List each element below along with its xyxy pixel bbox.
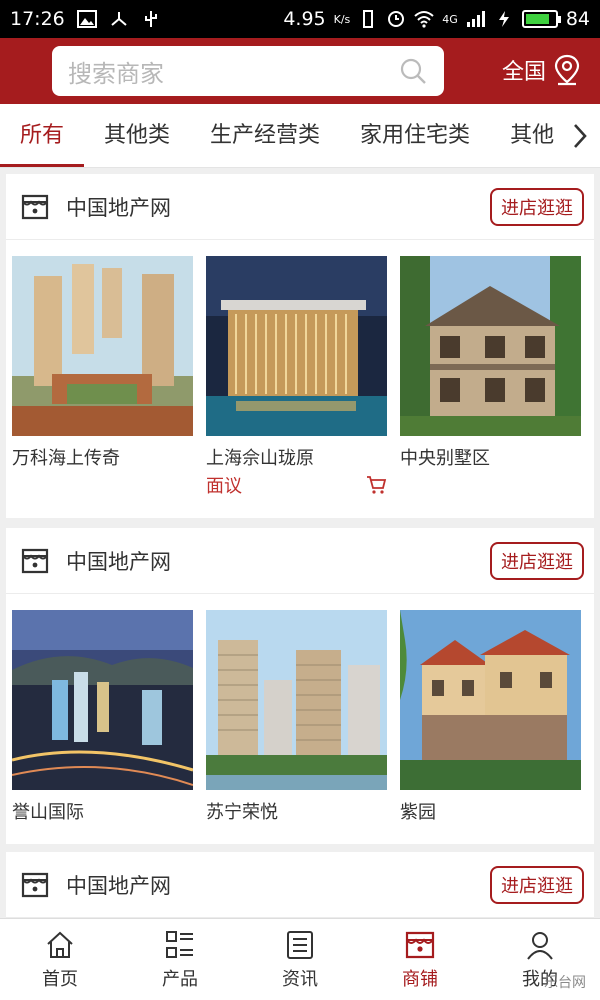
product-name[interactable]: 誉山国际 [12, 798, 193, 823]
nav-label[interactable]: 资讯 [282, 965, 318, 991]
nav-label[interactable]: 产品 [162, 965, 198, 991]
product-item[interactable]: 紫园 [400, 610, 581, 823]
product-price: 面议 [206, 476, 242, 497]
network-type: 4G [442, 12, 458, 26]
user-icon[interactable] [524, 929, 556, 961]
status-bar: 17:26 4.95 K/s 4G 84 [0, 0, 600, 38]
visit-store-button[interactable]: 进店逛逛 [490, 541, 584, 580]
home-icon[interactable] [44, 929, 76, 961]
nav-home[interactable]: 首页 [0, 919, 120, 1000]
product-name[interactable]: 苏宁荣悦 [206, 798, 387, 823]
net-speed: 4.95 [283, 8, 326, 30]
store-icon [21, 548, 49, 573]
store-card: 中国地产网 进店逛逛 誉山国际 苏宁荣悦 紫园 [6, 528, 594, 844]
product-name[interactable]: 万科海上传奇 [12, 444, 193, 469]
product-image-high-rise[interactable] [206, 610, 387, 790]
product-image-european-villa[interactable] [400, 610, 581, 790]
battery-percent: 84 [565, 8, 590, 30]
bottom-navigation: 首页 产品 资讯 商铺 我的 乐台网 [0, 918, 600, 1000]
store-name[interactable]: 中国地产网 [66, 192, 490, 222]
share-icon [111, 12, 127, 26]
product-name[interactable]: 中央别墅区 [400, 444, 581, 469]
store-icon [21, 872, 49, 897]
nav-news[interactable]: 资讯 [240, 919, 360, 1000]
store-card-header: 中国地产网 进店逛逛 [6, 528, 594, 594]
product-item[interactable]: 上海佘山珑原 面议 [206, 256, 387, 498]
battery-icon [521, 10, 561, 28]
store-name[interactable]: 中国地产网 [66, 546, 490, 576]
chevron-right-icon[interactable] [570, 121, 590, 151]
product-image-city-night[interactable] [12, 610, 193, 790]
vibrate-icon [363, 10, 374, 28]
signal-icon [466, 11, 485, 27]
product-image-apartment-model[interactable] [12, 256, 193, 436]
location-pin-icon[interactable] [552, 54, 582, 86]
region-selector[interactable]: 全国 [502, 54, 582, 86]
image-icon [76, 10, 97, 28]
store-name[interactable]: 中国地产网 [66, 870, 490, 900]
watermark: 乐台网 [544, 975, 586, 991]
wifi-icon [414, 11, 434, 28]
charging-icon [498, 11, 509, 27]
product-image-villa[interactable] [400, 256, 581, 436]
search-placeholder[interactable]: 搜索商家 [68, 54, 398, 89]
status-time: 17:26 [10, 8, 65, 30]
product-item[interactable]: 中央别墅区 [400, 256, 581, 498]
product-name[interactable]: 紫园 [400, 798, 581, 823]
store-card-header: 中国地产网 进店逛逛 [6, 852, 594, 918]
alarm-icon [388, 11, 405, 27]
category-tabs: 所有 其他类 生产经营类 家用住宅类 其他 [0, 104, 600, 168]
nav-stores[interactable]: 商铺 [360, 919, 480, 1000]
region-label[interactable]: 全国 [502, 54, 546, 86]
product-item[interactable]: 誉山国际 [12, 610, 193, 823]
tabs-scroll-right-button[interactable] [560, 104, 600, 167]
store-icon[interactable] [404, 929, 436, 961]
store-card: 中国地产网 进店逛逛 [6, 852, 594, 922]
product-item[interactable]: 苏宁荣悦 [206, 610, 387, 823]
cart-icon[interactable] [365, 474, 387, 496]
tab-0[interactable]: 所有 [0, 104, 85, 167]
product-name[interactable]: 上海佘山珑原 [206, 444, 387, 469]
visit-store-button[interactable]: 进店逛逛 [490, 187, 584, 226]
usb-icon [144, 11, 157, 27]
grid-list-icon[interactable] [164, 929, 196, 961]
net-speed-unit: K/s [333, 12, 351, 26]
app-header: 搜索商家 全国 [0, 38, 600, 104]
product-item[interactable]: 万科海上传奇 [12, 256, 193, 498]
tab-1[interactable]: 其他类 [84, 104, 190, 167]
store-icon [21, 194, 49, 219]
store-card: 中国地产网 进店逛逛 万科海上传奇 上海佘山珑原 面议 中央别墅区 [6, 174, 594, 518]
store-card-header: 中国地产网 进店逛逛 [6, 174, 594, 240]
product-image-modern-villa[interactable] [206, 256, 387, 436]
nav-label[interactable]: 商铺 [402, 965, 438, 991]
search-icon[interactable] [398, 56, 428, 86]
nav-label[interactable]: 首页 [42, 965, 78, 991]
tab-2[interactable]: 生产经营类 [190, 104, 340, 167]
tab-3[interactable]: 家用住宅类 [340, 104, 490, 167]
news-icon[interactable] [284, 929, 316, 961]
visit-store-button[interactable]: 进店逛逛 [490, 865, 584, 904]
search-bar[interactable]: 搜索商家 [52, 46, 444, 96]
nav-products[interactable]: 产品 [120, 919, 240, 1000]
